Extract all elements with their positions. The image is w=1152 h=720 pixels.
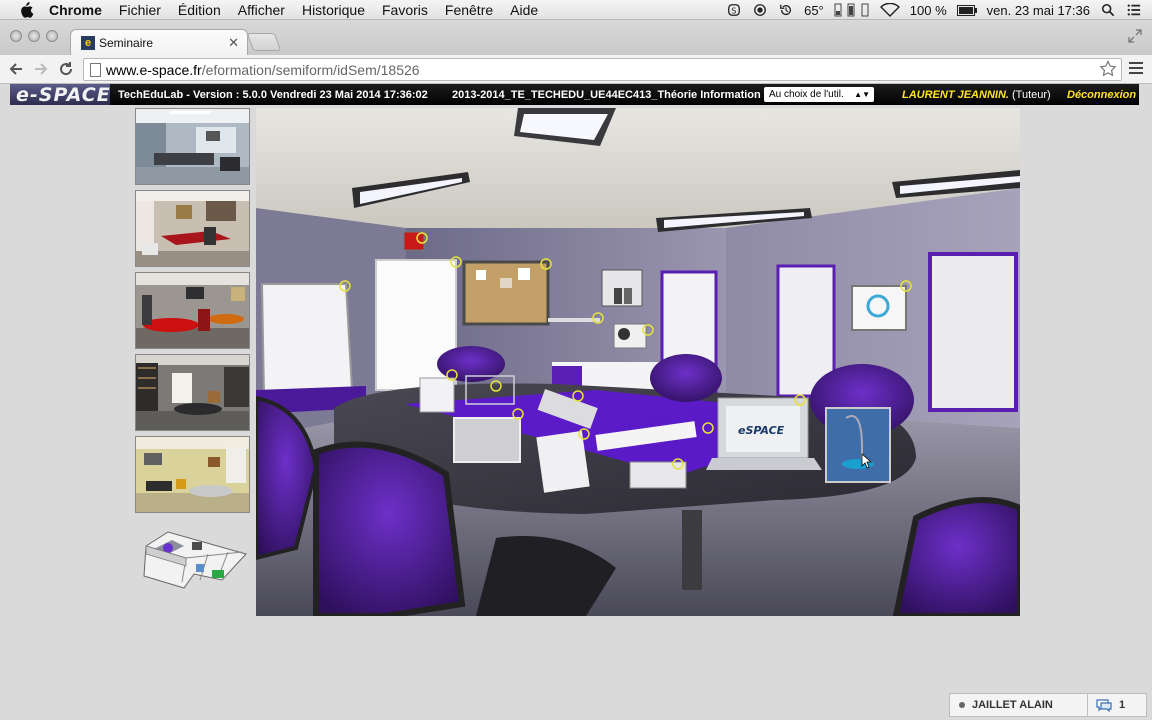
page-icon	[90, 63, 101, 77]
minimize-window-button[interactable]	[28, 30, 40, 42]
close-window-button[interactable]	[10, 30, 22, 42]
record-icon[interactable]	[752, 3, 768, 17]
temperature-label: 65°	[804, 2, 824, 18]
tab-title: Seminaire	[99, 36, 154, 50]
forward-icon[interactable]	[32, 60, 50, 78]
apple-icon[interactable]	[17, 1, 35, 18]
chat-divider	[1087, 694, 1088, 716]
menu-edition[interactable]: Édition	[178, 2, 221, 18]
menu-aide[interactable]: Aide	[510, 2, 538, 18]
url-host: www.e-space.fr	[106, 61, 202, 78]
espace-header-bar: e-SPACE TechEduLab - Version : 5.0.0 Ven…	[10, 84, 1139, 106]
favicon-icon: e	[81, 36, 95, 50]
chat-bubble-icon[interactable]	[1096, 699, 1112, 712]
menu-app-name[interactable]: Chrome	[49, 2, 102, 18]
zoom-window-button[interactable]	[46, 30, 58, 42]
address-bar[interactable]: www.e-space.fr/eformation/semiform/idSem…	[83, 58, 1122, 81]
bookmark-star-icon[interactable]	[1099, 60, 1117, 78]
floor-plan-icon[interactable]	[138, 528, 248, 600]
menu-favoris[interactable]: Favoris	[382, 2, 428, 18]
menu-fenetre[interactable]: Fenêtre	[445, 2, 493, 18]
window-controls	[10, 30, 58, 42]
select-arrows-icon: ▲▼	[854, 90, 870, 99]
mac-menu-bar: Chrome Fichier Édition Afficher Historiq…	[0, 0, 1152, 20]
chrome-menu-icon[interactable]	[1129, 62, 1143, 74]
menu-fichier[interactable]: Fichier	[119, 2, 161, 18]
user-name: LAURENT JEANNIN.	[902, 88, 1009, 101]
view-mode-select[interactable]: Au choix de l'util. ▲▼	[764, 87, 874, 102]
url-path: /eformation/semiform/idSem/18526	[201, 61, 420, 78]
view-mode-value: Au choix de l'util.	[769, 89, 844, 100]
battery-icon[interactable]	[956, 4, 977, 16]
tab-seminaire[interactable]: e Seminaire ✕	[70, 29, 248, 56]
back-icon[interactable]	[7, 60, 25, 78]
logout-link[interactable]: Déconnexion	[1067, 89, 1136, 101]
espace-logo[interactable]: e-SPACE	[10, 84, 110, 106]
room-thumbnails	[135, 108, 251, 518]
tab-close-icon[interactable]: ✕	[228, 35, 239, 51]
user-role: (Tuteur)	[1012, 88, 1051, 101]
course-title: 2013-2014_TE_TECHEDU_UE44EC413_Théorie I…	[452, 88, 761, 101]
skype-icon[interactable]: S	[726, 3, 742, 17]
thumbnail-room-4[interactable]	[135, 354, 250, 431]
clock-datetime[interactable]: ven. 23 mai 17:36	[987, 3, 1090, 18]
new-tab-button[interactable]	[246, 33, 282, 51]
virtual-meeting-room[interactable]: eSPACE	[256, 108, 1020, 616]
browser-toolbar: www.e-space.fr/eformation/semiform/idSem…	[0, 55, 1152, 84]
spotlight-icon[interactable]	[1100, 3, 1116, 17]
menu-afficher[interactable]: Afficher	[238, 2, 285, 18]
version-info: TechEduLab - Version : 5.0.0 Vendredi 23…	[118, 88, 428, 101]
wifi-icon[interactable]	[879, 3, 900, 17]
current-user: LAURENT JEANNIN. (Tuteur)	[902, 89, 1051, 101]
svg-text:S: S	[731, 7, 736, 16]
chat-status-bar[interactable]: JAILLET ALAIN 1	[949, 693, 1147, 717]
menu-historique[interactable]: Historique	[302, 2, 365, 18]
chat-count: 1	[1119, 699, 1126, 711]
browser-tab-strip: e Seminaire ✕	[0, 21, 1152, 56]
online-status-icon	[959, 702, 965, 708]
fullscreen-icon[interactable]	[1128, 29, 1142, 43]
thumbnail-room-5[interactable]	[135, 436, 250, 513]
thumbnail-room-2[interactable]	[135, 190, 250, 267]
thumbnail-room-1[interactable]	[135, 108, 250, 185]
reload-icon[interactable]	[57, 60, 75, 78]
battery-label[interactable]: 100 %	[910, 3, 947, 18]
thumbnail-room-3[interactable]	[135, 272, 250, 349]
chat-user-name[interactable]: JAILLET ALAIN	[972, 699, 1053, 711]
notification-center-icon[interactable]	[1126, 3, 1142, 17]
time-machine-icon[interactable]	[778, 3, 794, 17]
svg-text:eSPACE: eSPACE	[738, 424, 785, 437]
gauge-icon	[834, 3, 870, 17]
